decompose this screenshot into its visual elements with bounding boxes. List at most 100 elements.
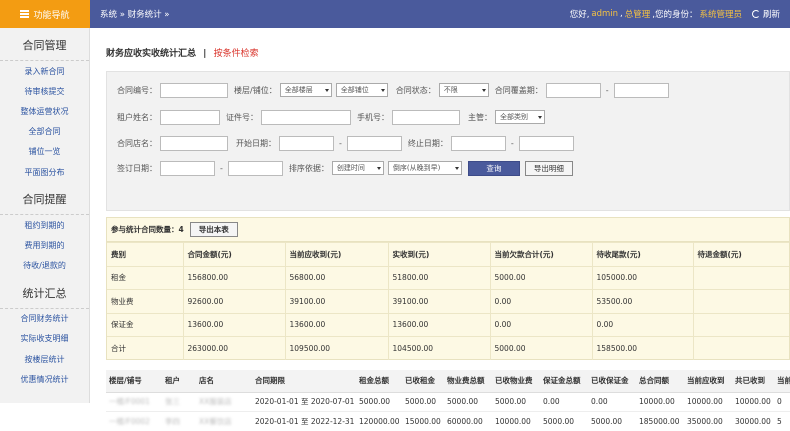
summary-table: 费别 合同金额(元) 当前应收到(元) 实收到(元) 当前欠款合计(元) 待收尾…: [107, 242, 789, 360]
tenant-label: 租户姓名：: [117, 112, 157, 123]
shop-select[interactable]: 全部铺位: [336, 83, 388, 97]
floor-select-value: 全部楼层: [285, 85, 313, 95]
table-cell: 60000.00: [444, 412, 492, 431]
filter-row-2: 租户姓名： 证件号： 手机号： 主管： 全部类别: [117, 109, 545, 125]
sidebar-item-lease-expiring[interactable]: 租约到期的: [0, 215, 89, 235]
chevron-down-icon: [381, 89, 385, 92]
id-no-input[interactable]: [261, 110, 351, 125]
separator-text: ,: [620, 9, 623, 19]
table-cell: 10000.00: [684, 392, 732, 412]
order-select-value: 倒序(从晚到早): [393, 163, 440, 173]
col-header: 保证金总额: [540, 370, 588, 392]
table-cell: 5000.00: [402, 392, 444, 412]
top-bar: 功能导航 系统 » 财务统计 » 您好, admin , 总管理 ,您的身份： …: [0, 0, 790, 28]
coverage-end-input[interactable]: [614, 83, 669, 98]
table-cell: 0.00: [588, 392, 636, 412]
shop-name-input[interactable]: [160, 136, 228, 151]
table-cell: 158500.00: [592, 337, 693, 361]
table-cell: 30000.00: [732, 412, 774, 431]
filter-row-3: 合同店名： 开始日期： - 终止日期： -: [117, 135, 574, 151]
refresh-button[interactable]: 刷新: [752, 8, 780, 20]
table-cell: 105000.00: [592, 266, 693, 290]
role-link[interactable]: 总管理: [625, 8, 651, 20]
table-cell: 李四: [162, 412, 196, 431]
sidebar-item-new-contract[interactable]: 录入新合同: [0, 61, 89, 81]
floor-select[interactable]: 全部楼层: [280, 83, 332, 97]
table-cell: 13600.00: [388, 313, 490, 337]
table-cell: 保证金: [107, 313, 183, 337]
sidebar-item-actual-income[interactable]: 实际收支明细: [0, 329, 89, 349]
table-cell: 13600.00: [183, 313, 285, 337]
coverage-start-input[interactable]: [546, 83, 601, 98]
table-cell: 10000.00: [636, 392, 684, 412]
breadcrumb-link[interactable]: 系统 » 财务统计 »: [100, 10, 170, 20]
detail-table-container: 楼层/铺号 租户 店名 合同期限 租金总额 已收租金 物业费总额 已收物业费 保…: [106, 370, 790, 431]
search-link[interactable]: 按条件检索: [214, 49, 259, 59]
col-header: 物业费总额: [444, 370, 492, 392]
manager-select[interactable]: 全部类别: [495, 110, 545, 124]
manager-select-value: 全部类别: [500, 112, 528, 122]
col-header: 当前应收到(元): [285, 243, 388, 267]
table-cell[interactable]: 一楼/F0002: [106, 412, 162, 431]
sort-select[interactable]: 创建时间: [332, 161, 384, 175]
col-header: 实收到(元): [388, 243, 490, 267]
contract-no-input[interactable]: [160, 83, 228, 98]
tenant-input[interactable]: [160, 110, 220, 125]
sidebar-item-floor-plan[interactable]: 平面图分布: [0, 162, 89, 182]
table-row: 保证金 13600.00 13600.00 13600.00 0.00 0.00: [107, 313, 789, 337]
sign-date-from-input[interactable]: [160, 161, 215, 176]
nav-toggle-button[interactable]: 功能导航: [0, 0, 90, 28]
sidebar-item-pending-payment[interactable]: 待收/退款的: [0, 256, 89, 276]
col-header: 租户: [162, 370, 196, 392]
col-header: 店名: [196, 370, 252, 392]
sidebar-item-discounts[interactable]: 优惠情况统计: [0, 369, 89, 389]
export-detail-button[interactable]: 导出明细: [525, 161, 573, 176]
table-cell: 5000.00: [356, 392, 402, 412]
phone-input[interactable]: [392, 110, 460, 125]
table-cell: 0.00: [592, 313, 693, 337]
order-select[interactable]: 倒序(从晚到早): [388, 161, 462, 175]
sidebar: 合同管理 录入新合同 待审核提交 整体运营状况 全部合同 铺位一览 平面图分布 …: [0, 28, 90, 403]
table-cell: 2020-01-01 至 2022-12-31: [252, 412, 356, 431]
table-cell: 10000.00: [732, 392, 774, 412]
end-date-to-input[interactable]: [519, 136, 574, 151]
sidebar-item-pending-review[interactable]: 待审核提交: [0, 81, 89, 101]
start-date-to-input[interactable]: [347, 136, 402, 151]
sidebar-item-contract-finance[interactable]: 合同财务统计: [0, 309, 89, 329]
col-header: 总合同额: [636, 370, 684, 392]
sign-date-to-input[interactable]: [228, 161, 283, 176]
start-date-from-input[interactable]: [279, 136, 334, 151]
table-cell: 物业费: [107, 290, 183, 314]
dash: -: [511, 139, 514, 148]
identity-link[interactable]: 系统管理员: [699, 8, 742, 20]
contract-no-label: 合同编号：: [117, 85, 157, 96]
coverage-label: 合同覆盖期：: [495, 85, 543, 96]
chevron-down-icon: [482, 89, 486, 92]
col-header: 租金总额: [356, 370, 402, 392]
table-cell: 35000.00: [684, 412, 732, 431]
sidebar-item-shops[interactable]: 铺位一览: [0, 142, 89, 162]
table-cell: 156800.00: [183, 266, 285, 290]
dash: -: [606, 86, 609, 95]
table-cell: 5000.00: [444, 392, 492, 412]
dash: -: [220, 164, 223, 173]
table-cell: 56800.00: [285, 266, 388, 290]
end-date-from-input[interactable]: [451, 136, 506, 151]
table-cell[interactable]: 一楼/F0001: [106, 392, 162, 412]
sidebar-group-title: 合同提醒: [0, 182, 89, 215]
status-select[interactable]: 不限: [439, 83, 489, 97]
table-cell: 5000.00: [492, 392, 540, 412]
query-button[interactable]: 查询: [468, 161, 520, 176]
sidebar-item-fee-expiring[interactable]: 费用到期的: [0, 235, 89, 255]
sidebar-item-all-contracts[interactable]: 全部合同: [0, 122, 89, 142]
table-cell: 92600.00: [183, 290, 285, 314]
sidebar-item-operations[interactable]: 整体运营状况: [0, 101, 89, 121]
col-header: 已收保证金: [588, 370, 636, 392]
summary-panel: 参与统计合同数量：4 导出本表 费别 合同金额(元) 当前应收到(元) 实收到(…: [106, 217, 790, 360]
sidebar-item-by-floor[interactable]: 按楼层统计: [0, 349, 89, 369]
sidebar-group-title: 合同管理: [0, 28, 89, 61]
table-cell: 0.00: [490, 313, 592, 337]
username-link[interactable]: admin: [591, 9, 618, 19]
export-table-button[interactable]: 导出本表: [190, 222, 238, 237]
page-title-text: 财务应收实收统计汇总: [106, 49, 196, 59]
